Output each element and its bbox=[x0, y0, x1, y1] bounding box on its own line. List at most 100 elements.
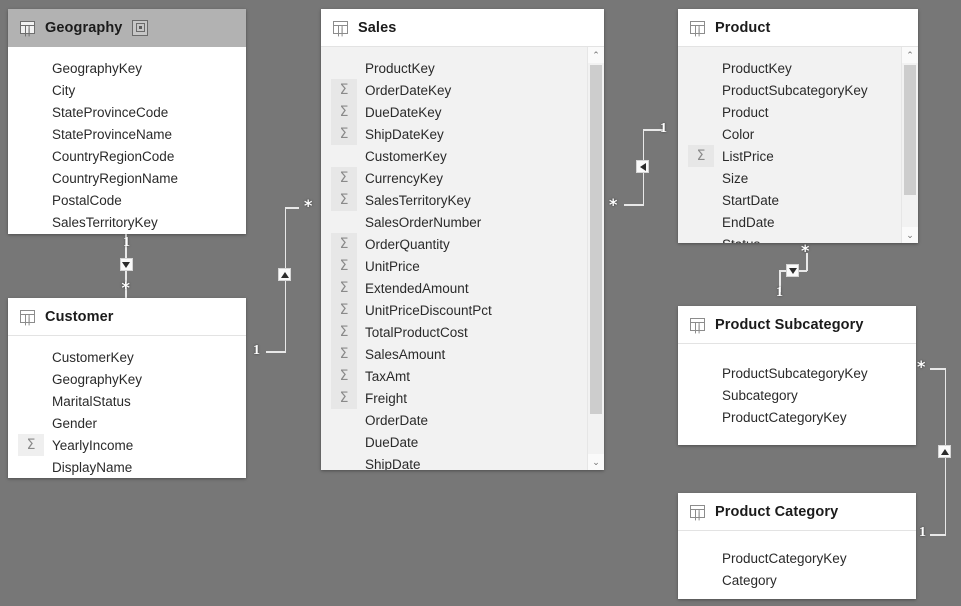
table-card-sales[interactable]: Sales ProductKey Σ OrderDateKey Σ DueDateK… bbox=[321, 9, 604, 470]
scrollbar-thumb[interactable] bbox=[904, 65, 916, 195]
field-row[interactable]: StateProvinceName bbox=[8, 123, 246, 145]
scrollbar-track[interactable] bbox=[902, 63, 918, 227]
scrollbar-thumb[interactable] bbox=[590, 65, 602, 414]
field-name: ShipDate bbox=[365, 456, 421, 471]
field-name: ProductCategoryKey bbox=[722, 409, 847, 425]
table-header-product-subcategory[interactable]: Product Subcategory bbox=[678, 306, 916, 344]
field-row[interactable]: EndDate bbox=[678, 211, 918, 233]
table-title: Sales bbox=[358, 19, 397, 36]
table-header-product[interactable]: Product bbox=[678, 9, 918, 47]
field-row[interactable]: Σ OrderDateKey bbox=[321, 79, 604, 101]
field-row[interactable]: GeographyKey bbox=[8, 368, 246, 390]
cross-filter-direction-geography-customer[interactable] bbox=[119, 258, 133, 271]
relationship-customer-sales[interactable]: 1 * bbox=[248, 196, 326, 362]
field-row[interactable]: Σ ExtendedAmount bbox=[321, 277, 604, 299]
scroll-down-chevron-icon[interactable]: ⌄ bbox=[588, 454, 604, 470]
aggregate-sigma-icon: Σ bbox=[331, 233, 357, 255]
scroll-up-chevron-icon[interactable]: ⌃ bbox=[902, 47, 918, 63]
field-row[interactable]: Σ UnitPrice bbox=[321, 255, 604, 277]
field-row[interactable]: DisplayName bbox=[8, 456, 246, 478]
scrollbar-sales[interactable]: ⌃ ⌄ bbox=[587, 47, 604, 470]
field-row[interactable]: Σ TotalProductCost bbox=[321, 321, 604, 343]
field-row[interactable]: Color bbox=[678, 123, 918, 145]
field-row[interactable]: Size bbox=[678, 167, 918, 189]
field-row[interactable]: MaritalStatus bbox=[8, 390, 246, 412]
field-row[interactable]: StartDate bbox=[678, 189, 918, 211]
cross-filter-direction-sales-product[interactable] bbox=[636, 160, 649, 173]
field-row[interactable]: Product bbox=[678, 101, 918, 123]
relationship-geography-customer[interactable]: 1 * bbox=[118, 233, 138, 299]
field-row[interactable]: CountryRegionName bbox=[8, 167, 246, 189]
field-row[interactable]: ProductKey bbox=[321, 57, 604, 79]
table-field-list-sales[interactable]: ProductKey Σ OrderDateKey Σ DueDateKey Σ Sh… bbox=[321, 47, 604, 470]
field-row[interactable]: Σ Freight bbox=[321, 387, 604, 409]
field-row[interactable]: Σ DueDateKey bbox=[321, 101, 604, 123]
table-title: Geography bbox=[45, 19, 123, 36]
table-card-product-category[interactable]: Product Category ProductCategoryKey Cate… bbox=[678, 493, 916, 599]
scrollbar-track[interactable] bbox=[588, 63, 604, 454]
field-row[interactable]: Σ ShipDateKey bbox=[321, 123, 604, 145]
table-field-list-product[interactable]: ProductKey ProductSubcategoryKey Product… bbox=[678, 47, 918, 243]
table-header-product-category[interactable]: Product Category bbox=[678, 493, 916, 531]
table-card-product[interactable]: Product ProductKey ProductSubcategoryKey… bbox=[678, 9, 918, 243]
table-card-product-subcategory[interactable]: Product Subcategory ProductSubcategoryKe… bbox=[678, 306, 916, 445]
table-card-geography[interactable]: Geography GeographyKey City StateProvinc… bbox=[8, 9, 246, 234]
field-row[interactable]: Σ CurrencyKey bbox=[321, 167, 604, 189]
table-header-customer[interactable]: Customer bbox=[8, 298, 246, 336]
field-row[interactable]: CustomerKey bbox=[8, 346, 246, 368]
table-field-list-product-subcategory[interactable]: ProductSubcategoryKey Subcategory Produc… bbox=[678, 344, 916, 445]
relationship-subcategory-category[interactable]: * 1 bbox=[916, 356, 956, 546]
field-name: GeographyKey bbox=[52, 371, 143, 387]
table-field-list-customer[interactable]: CustomerKey GeographyKey MaritalStatus G… bbox=[8, 336, 246, 478]
field-name: OrderDateKey bbox=[365, 82, 452, 98]
table-card-customer[interactable]: Customer CustomerKey GeographyKey Marita… bbox=[8, 298, 246, 478]
field-row[interactable]: Σ OrderQuantity bbox=[321, 233, 604, 255]
scroll-down-chevron-icon[interactable]: ⌄ bbox=[902, 227, 918, 243]
field-name: StartDate bbox=[722, 192, 780, 208]
relationship-product-subcategory[interactable]: * 1 bbox=[770, 243, 820, 307]
aggregate-sigma-icon: Σ bbox=[331, 79, 357, 101]
field-row[interactable]: Status bbox=[678, 233, 918, 244]
field-row[interactable]: ProductSubcategoryKey bbox=[678, 362, 916, 384]
field-row[interactable]: Gender bbox=[8, 412, 246, 434]
field-row[interactable]: SalesOrderNumber bbox=[321, 211, 604, 233]
field-row[interactable]: ProductSubcategoryKey bbox=[678, 79, 918, 101]
field-name: Status bbox=[714, 237, 760, 244]
field-row[interactable]: City bbox=[8, 79, 246, 101]
table-field-list-product-category[interactable]: ProductCategoryKey Category bbox=[678, 531, 916, 599]
cross-filter-direction-product-subcategory[interactable] bbox=[786, 264, 799, 277]
field-row[interactable]: Σ SalesTerritoryKey bbox=[321, 189, 604, 211]
field-row[interactable]: Category bbox=[678, 569, 916, 591]
table-title: Product bbox=[715, 19, 771, 36]
field-name: ProductKey bbox=[365, 60, 435, 76]
field-row[interactable]: ProductCategoryKey bbox=[678, 547, 916, 569]
field-row[interactable]: Σ UnitPriceDiscountPct bbox=[321, 299, 604, 321]
field-row[interactable]: StateProvinceCode bbox=[8, 101, 246, 123]
field-row[interactable]: ProductKey bbox=[678, 57, 918, 79]
field-row[interactable]: DueDate bbox=[321, 431, 604, 453]
scrollbar-product[interactable]: ⌃ ⌄ bbox=[901, 47, 918, 243]
field-row[interactable]: PostalCode bbox=[8, 189, 246, 211]
field-row[interactable]: Subcategory bbox=[678, 384, 916, 406]
field-row[interactable]: ProductCategoryKey bbox=[678, 406, 916, 428]
table-header-sales[interactable]: Sales bbox=[321, 9, 604, 47]
field-row[interactable]: CountryRegionCode bbox=[8, 145, 246, 167]
field-row[interactable]: SalesTerritoryKey bbox=[8, 211, 246, 233]
field-row[interactable]: Σ TaxAmt bbox=[321, 365, 604, 387]
relationship-sales-product[interactable]: * 1 bbox=[606, 118, 678, 218]
field-row[interactable]: CustomerKey bbox=[321, 145, 604, 167]
table-field-list-geography[interactable]: GeographyKey City StateProvinceCode Stat… bbox=[8, 47, 246, 234]
field-name: UnitPrice bbox=[365, 258, 420, 274]
field-row[interactable]: OrderDate bbox=[321, 409, 604, 431]
scroll-up-chevron-icon[interactable]: ⌃ bbox=[588, 47, 604, 63]
field-row[interactable]: Σ YearlyIncome bbox=[8, 434, 246, 456]
expand-table-icon[interactable] bbox=[132, 19, 149, 36]
cross-filter-direction-subcategory-category[interactable] bbox=[938, 445, 951, 458]
model-diagram-canvas[interactable]: 1 * 1 * * 1 * 1 * 1 Geography GeographyK… bbox=[0, 0, 961, 606]
field-row[interactable]: Σ SalesAmount bbox=[321, 343, 604, 365]
table-header-geography[interactable]: Geography bbox=[8, 9, 246, 47]
field-row[interactable]: ShipDate bbox=[321, 453, 604, 471]
cross-filter-direction-customer-sales[interactable] bbox=[278, 268, 291, 281]
field-row[interactable]: Σ ListPrice bbox=[678, 145, 918, 167]
field-row[interactable]: GeographyKey bbox=[8, 57, 246, 79]
